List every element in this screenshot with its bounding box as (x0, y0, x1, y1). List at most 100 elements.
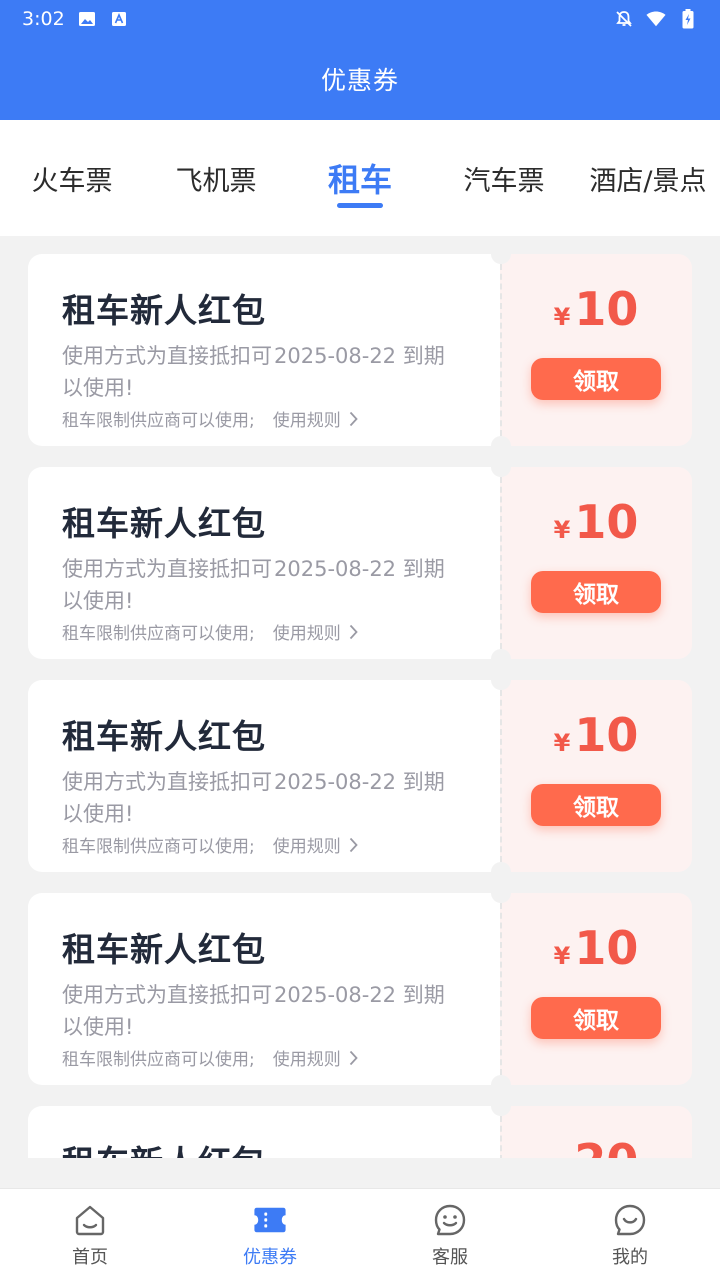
coupon-title: 租车新人红包 (62, 930, 266, 969)
customer-service-icon (433, 1203, 467, 1237)
notch (491, 670, 511, 690)
coupon-card: 租车新人红包 使用方式为直接抵扣可以使用! 2025-08-22 到期 租车限制… (28, 883, 692, 1095)
image-icon (77, 9, 97, 29)
rules-link[interactable]: 使用规则 (273, 832, 358, 857)
coupon-card: 租车新人红包 使用方式为直接抵扣可以使用! 2025-08-22 到期 租车限制… (28, 457, 692, 669)
currency-symbol: ¥ (554, 1155, 571, 1158)
coupon-title: 租车新人红包 (62, 291, 266, 330)
chevron-right-icon (349, 1050, 358, 1065)
currency-symbol: ¥ (553, 303, 571, 331)
battery-charging-icon (678, 9, 698, 29)
claim-button[interactable]: 领取 (531, 784, 661, 826)
chevron-right-icon (349, 411, 358, 426)
claim-button[interactable]: 领取 (531, 571, 661, 613)
nav-label: 客服 (432, 1247, 468, 1268)
coupon-limit: 租车限制供应商可以使用; (62, 1050, 255, 1070)
coupon-expiry: 2025-08-22 到期 (274, 770, 445, 794)
notch (491, 244, 511, 264)
coupon-info: 租车新人红包 使用方式为直接抵扣可以使用! 2025-08-22 到期 租车限制… (28, 467, 500, 659)
coupon-method: 使用方式为直接抵扣可以使用! (62, 344, 272, 400)
coupon-limit: 租车限制供应商可以使用; (62, 411, 255, 431)
claim-button[interactable]: 领取 (531, 358, 661, 400)
page-title: 优惠券 (320, 66, 399, 95)
notch (491, 883, 511, 903)
dashed-divider (500, 690, 502, 862)
coupon-icon (253, 1203, 287, 1237)
rules-label: 使用规则 (272, 624, 341, 644)
tab-flight[interactable]: 飞机票 (144, 120, 288, 236)
coupon-amount: 10 (574, 921, 639, 975)
currency-symbol: ¥ (553, 729, 571, 757)
rules-label: 使用规则 (272, 1050, 341, 1070)
nav-label: 优惠券 (243, 1247, 297, 1268)
coupon-value: ¥ 10 领取 (500, 680, 692, 872)
coupon-method: 使用方式为直接抵扣可以使用! (62, 770, 272, 826)
coupon-list[interactable]: 租车新人红包 使用方式为直接抵扣可以使用! 2025-08-22 到期 租车限制… (0, 236, 720, 1158)
app-bar: 优惠券 (0, 38, 720, 120)
currency-symbol: ¥ (553, 942, 571, 970)
claim-button[interactable]: 领取 (531, 997, 661, 1039)
tab-label: 租车 (327, 161, 392, 199)
coupon-value: ¥ 20 (500, 1106, 692, 1158)
coupon-title: 租车新人红包 (62, 504, 266, 543)
dashed-divider (500, 264, 502, 436)
chevron-right-icon (349, 837, 358, 852)
coupon-info: 租车新人红包 使用方式为直接抵扣可以使用! 2025-08-22 到期 租车限制… (28, 893, 500, 1085)
nav-home[interactable]: 首页 (0, 1189, 180, 1280)
status-bar: 3:02 (0, 0, 720, 38)
coupon-amount: 10 (574, 495, 639, 549)
coupon-expiry: 2025-08-22 到期 (274, 557, 445, 581)
notch (491, 1075, 511, 1095)
tab-hotel-attraction[interactable]: 酒店/景点 (576, 120, 720, 236)
tab-label: 汽车票 (463, 165, 545, 197)
coupon-amount: 10 (574, 282, 639, 336)
tab-label: 酒店/景点 (589, 165, 707, 197)
coupon-amount: 20 (574, 1134, 638, 1158)
coupon-expiry: 2025-08-22 到期 (274, 344, 445, 368)
coupon-card: 租车新人红包 ¥ 20 (28, 1096, 692, 1158)
notch (491, 457, 511, 477)
dashed-divider (500, 477, 502, 649)
coupon-info: 租车新人红包 使用方式为直接抵扣可以使用! 2025-08-22 到期 租车限制… (28, 254, 500, 446)
notification-off-icon (614, 9, 634, 29)
coupon-info: 租车新人红包 使用方式为直接抵扣可以使用! 2025-08-22 到期 租车限制… (28, 680, 500, 872)
coupon-card: 租车新人红包 使用方式为直接抵扣可以使用! 2025-08-22 到期 租车限制… (28, 670, 692, 882)
coupon-value: ¥ 10 领取 (500, 467, 692, 659)
coupon-value: ¥ 10 领取 (500, 254, 692, 446)
nav-coupons[interactable]: 优惠券 (180, 1189, 360, 1280)
nav-label: 首页 (72, 1247, 108, 1268)
nav-label: 我的 (612, 1247, 648, 1268)
rules-label: 使用规则 (272, 837, 341, 857)
rules-link[interactable]: 使用规则 (273, 1045, 358, 1070)
tab-bus[interactable]: 汽车票 (432, 120, 576, 236)
a-icon (109, 9, 129, 29)
status-time: 3:02 (22, 8, 65, 30)
notch (491, 649, 511, 669)
coupon-value: ¥ 10 领取 (500, 893, 692, 1085)
tab-car-rental[interactable]: 租车 (288, 120, 432, 236)
coupon-title: 租车新人红包 (62, 717, 266, 756)
tab-label: 飞机票 (175, 165, 257, 197)
bottom-nav: 首页 优惠券 客服 我的 (0, 1188, 720, 1280)
nav-customer-service[interactable]: 客服 (360, 1189, 540, 1280)
nav-profile[interactable]: 我的 (540, 1189, 720, 1280)
coupon-method: 使用方式为直接抵扣可以使用! (62, 557, 272, 613)
rules-link[interactable]: 使用规则 (273, 406, 358, 431)
coupon-info: 租车新人红包 (28, 1106, 500, 1158)
coupon-amount: 10 (574, 708, 639, 762)
dashed-divider (500, 903, 502, 1075)
tab-train[interactable]: 火车票 (0, 120, 144, 236)
wifi-icon (646, 9, 666, 29)
dashed-divider (500, 1116, 502, 1158)
coupon-limit: 租车限制供应商可以使用; (62, 624, 255, 644)
coupon-expiry: 2025-08-22 到期 (274, 983, 445, 1007)
notch (491, 862, 511, 882)
rules-label: 使用规则 (272, 411, 341, 431)
chevron-right-icon (349, 624, 358, 639)
home-icon (73, 1203, 107, 1237)
coupon-limit: 租车限制供应商可以使用; (62, 837, 255, 857)
rules-link[interactable]: 使用规则 (273, 619, 358, 644)
coupon-method: 使用方式为直接抵扣可以使用! (62, 983, 272, 1039)
notch (491, 1096, 511, 1116)
coupon-card: 租车新人红包 使用方式为直接抵扣可以使用! 2025-08-22 到期 租车限制… (28, 244, 692, 456)
